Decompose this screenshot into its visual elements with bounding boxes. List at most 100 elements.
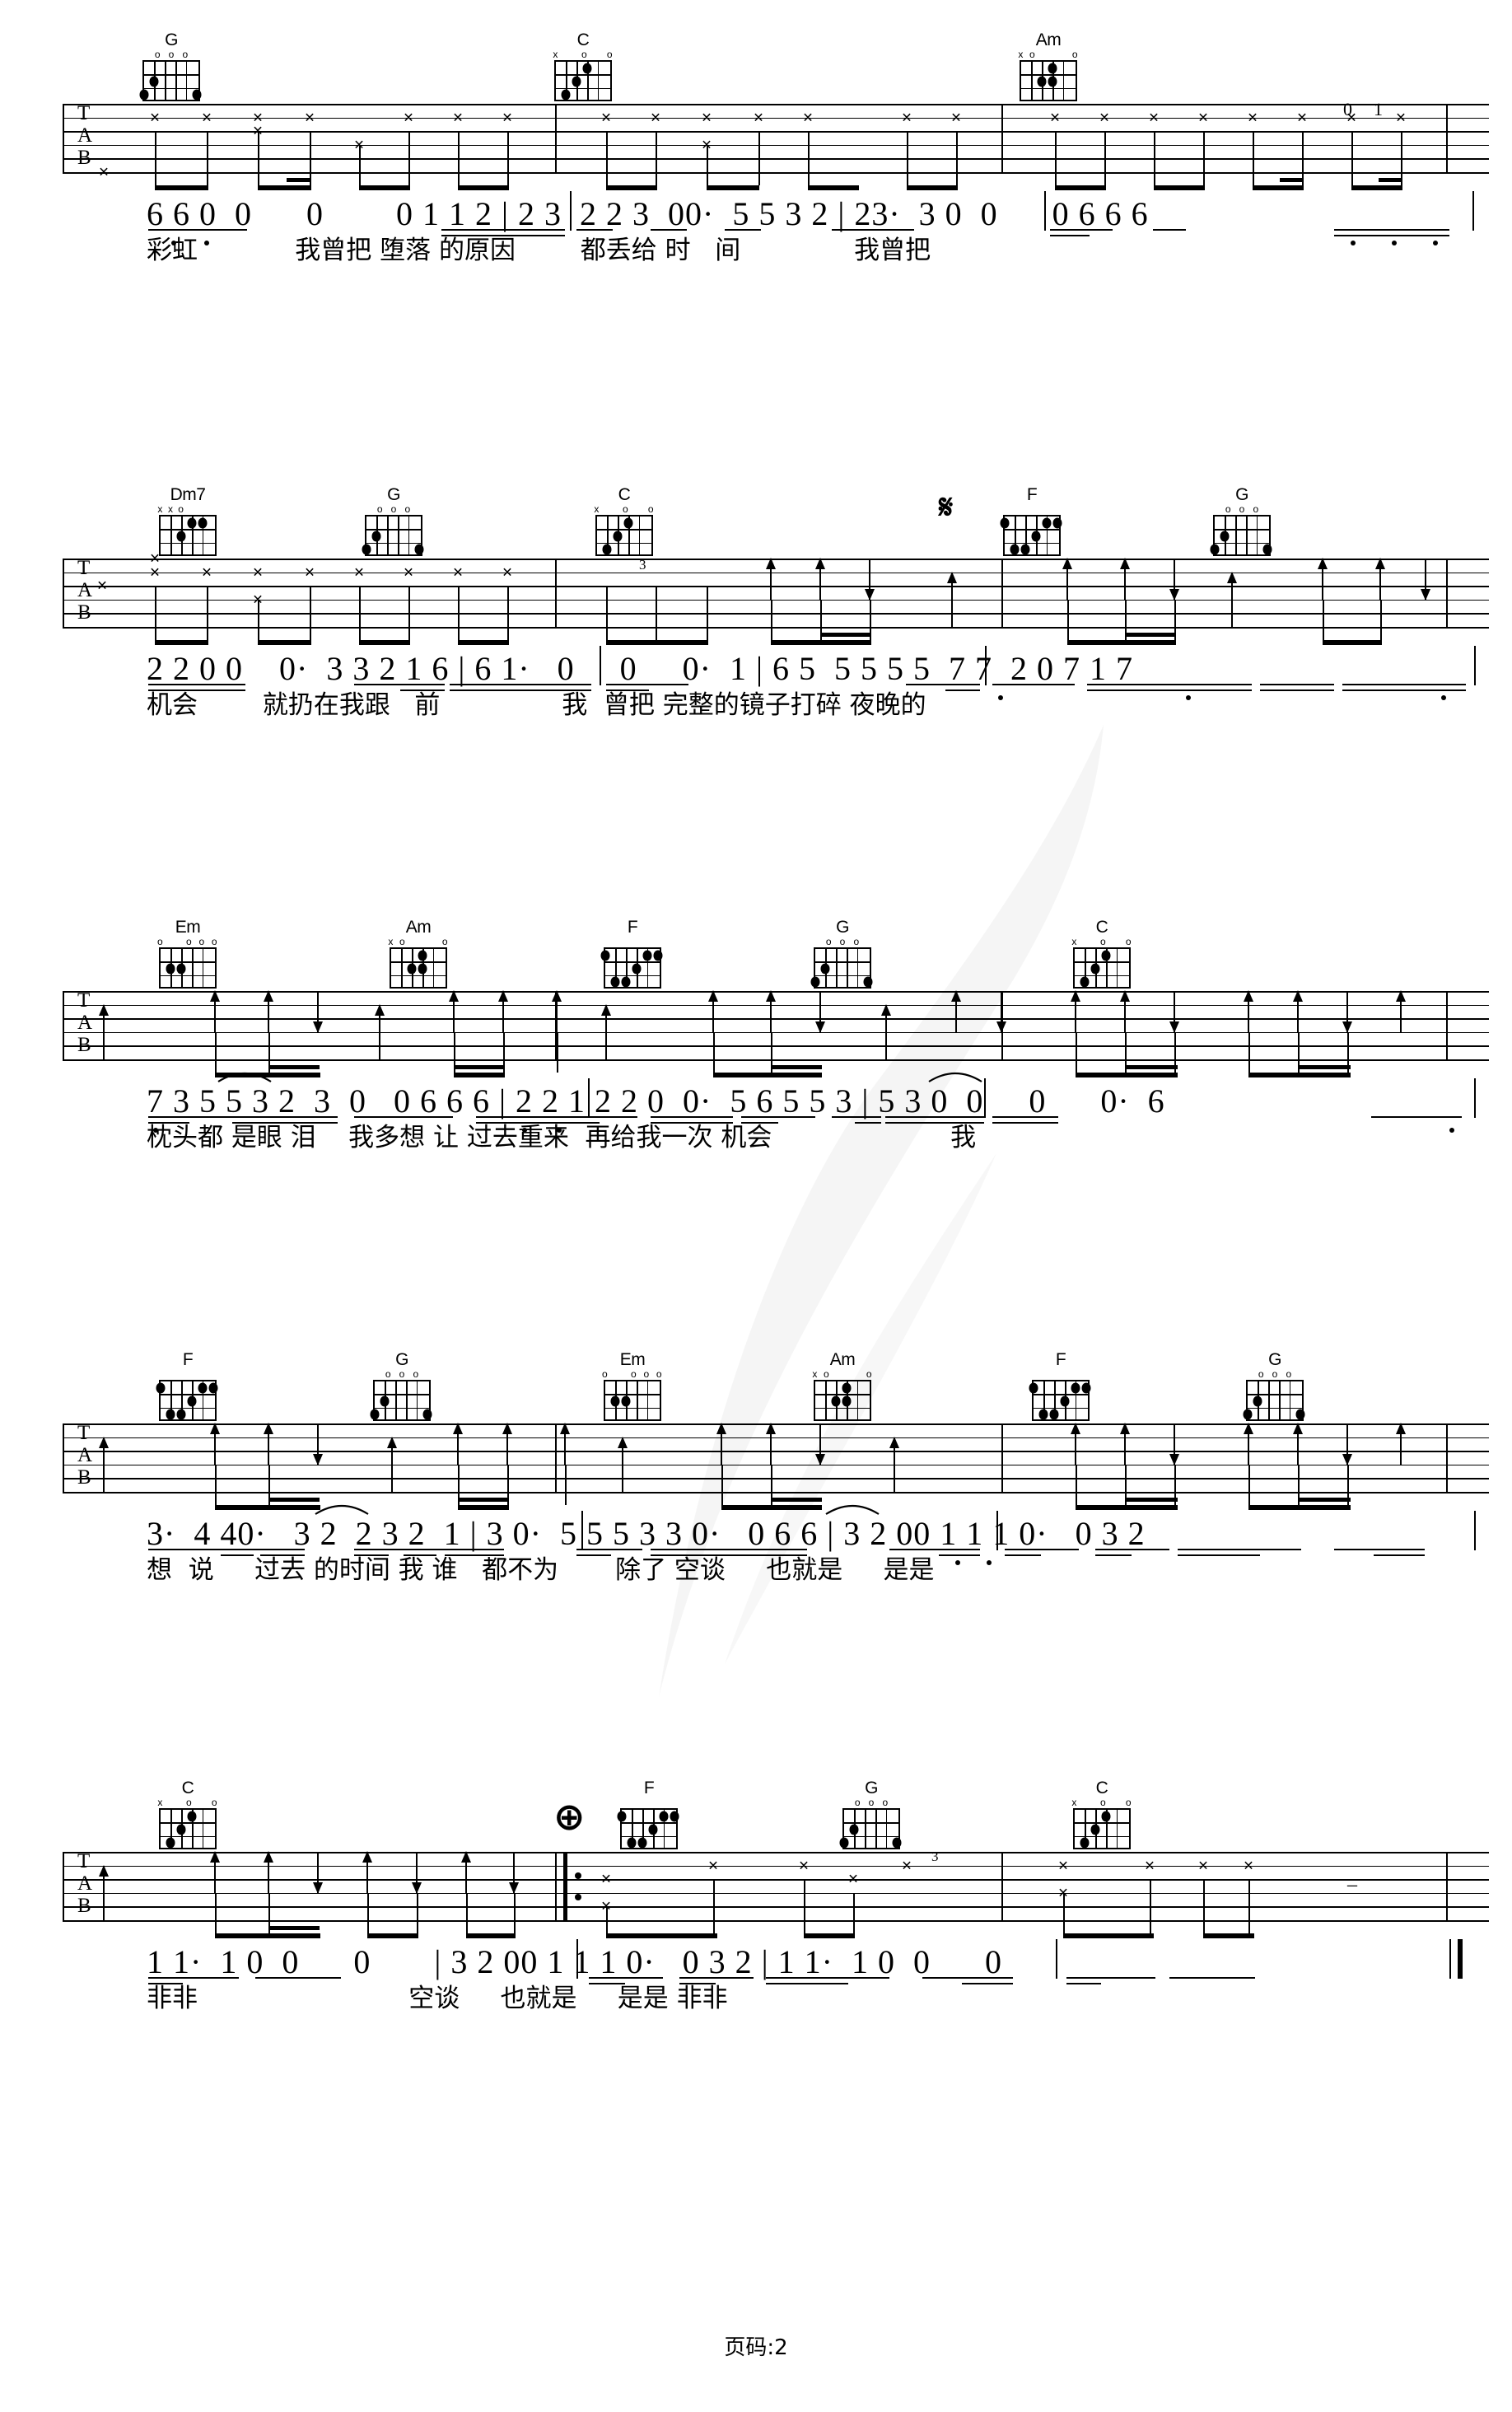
muted-string-marker: x bbox=[168, 503, 173, 515]
chord-diagram-g: G o o o bbox=[1235, 1351, 1314, 1421]
chord-diagram-c: C x o o bbox=[1062, 919, 1141, 989]
chord-name: Em bbox=[175, 918, 201, 937]
chord-diagram-dm7: Dm7 x x o bbox=[148, 486, 227, 556]
chord-open-mute-marks: o o o bbox=[365, 504, 422, 515]
fretboard-grid bbox=[1073, 1808, 1131, 1849]
chord-open-mute-marks: x o o bbox=[157, 1797, 217, 1808]
open-string-marker: o bbox=[1125, 1797, 1132, 1808]
chord-name: F bbox=[182, 1350, 194, 1369]
chord-open-mute-marks: x o o bbox=[1018, 49, 1077, 60]
chord-diagram-g: G o o o bbox=[354, 486, 433, 556]
chord-open-mute-marks: o o o o bbox=[602, 1369, 661, 1380]
chord-diagram-em: Em o o o o bbox=[148, 919, 227, 989]
open-string-marker: o bbox=[186, 1797, 192, 1808]
chord-open-mute-marks bbox=[620, 1797, 678, 1808]
tab-staff-lines: × × × × × × × × × × × × × × × × × × × × bbox=[63, 99, 1489, 190]
open-string-marker: o bbox=[198, 936, 205, 947]
barline bbox=[1001, 1852, 1003, 1921]
fretboard-grid bbox=[390, 947, 447, 989]
chord-diagram-em: Em o o o o bbox=[593, 1351, 672, 1421]
slur-tie bbox=[313, 1498, 371, 1516]
chord-name: G bbox=[1268, 1350, 1281, 1369]
chord-open-mute-marks: o o o bbox=[142, 49, 200, 60]
numbered-notation-row: 6 6 0 0 0 0 1 1 2 | 2 3 2 2 3 00· 5 5 3 … bbox=[0, 189, 1512, 275]
open-string-marker: o bbox=[186, 936, 192, 947]
fretboard-grid bbox=[1029, 1380, 1091, 1421]
lyrics-line: 机会 就扔在我跟 前 我 曾把 完整的镜子打碎 夜晚的 bbox=[147, 690, 926, 720]
tab-staff: T A B × × × × × × × × × × bbox=[0, 97, 1512, 190]
open-string-marker: o bbox=[606, 49, 613, 60]
chord-name: Am bbox=[829, 1350, 856, 1369]
muted-string-marker: x bbox=[157, 1797, 163, 1808]
open-string-marker: o bbox=[866, 1368, 872, 1380]
chord-diagram-row: G o o o C x o o Am x o o bbox=[0, 30, 1512, 101]
chord-diagram-row: Dm7 x x o G o o o C x o o 𝄋 F G o o o bbox=[0, 486, 1512, 556]
chord-diagram-g: G o o o bbox=[803, 919, 882, 989]
fretboard-grid bbox=[1000, 515, 1062, 556]
open-string-marker: o bbox=[623, 503, 628, 515]
numbered-notation-row: 7 3 5 5 3 2 3 0 0 6 6 6 | 2 2 1 2 2 0 0·… bbox=[0, 1073, 1512, 1162]
slur-tie bbox=[926, 1065, 984, 1083]
fretboard-grid bbox=[159, 1808, 217, 1849]
jianpu-numbers: 6 6 0 0 0 0 1 1 2 | 2 3 2 2 3 00· 5 5 3 … bbox=[147, 195, 1149, 232]
open-string-marker: o bbox=[168, 49, 175, 60]
muted-string-marker: x bbox=[1018, 49, 1024, 60]
barline bbox=[555, 1852, 557, 1921]
numbered-notation-row: 2 2 0 0 0· 3 3 2 1 6 | 6 1· 0 0 0· 1 | 6… bbox=[0, 644, 1512, 730]
fretboard-grid bbox=[1020, 60, 1077, 101]
chord-name: C bbox=[1095, 918, 1108, 937]
chord-name: G bbox=[865, 1779, 878, 1797]
chord-name: F bbox=[643, 1779, 655, 1797]
barline bbox=[555, 104, 557, 173]
open-string-marker: o bbox=[882, 1797, 889, 1808]
muted-string-marker: x bbox=[812, 1368, 818, 1380]
open-string-marker: o bbox=[1100, 936, 1106, 947]
segno-sign: 𝄋 bbox=[939, 488, 954, 526]
lyrics-line: 想 说 过去 的时间 我 谁 都不为 除了 空谈 也就是 是是 bbox=[147, 1555, 935, 1585]
chord-open-mute-marks bbox=[1003, 504, 1061, 515]
open-string-marker: o bbox=[441, 936, 448, 947]
jianpu-numbers: 1 1· 1 0 0 0 | 3 2 00 1 1 1 0· 0 3 2 | 1… bbox=[147, 1943, 1002, 1980]
chord-open-mute-marks: o o o bbox=[814, 937, 871, 947]
open-string-marker: o bbox=[1100, 1797, 1106, 1808]
fretboard-grid bbox=[839, 1808, 902, 1849]
chord-name: Dm7 bbox=[170, 485, 206, 504]
open-string-marker: o bbox=[853, 936, 860, 947]
chord-name: Am bbox=[405, 918, 432, 937]
fretboard-grid bbox=[810, 947, 873, 989]
chord-open-mute-marks: o o o bbox=[1246, 1369, 1304, 1380]
barline bbox=[1001, 1423, 1003, 1493]
muted-string-marker: x bbox=[1071, 936, 1077, 947]
chord-diagram-row: C x o o ⊕ F G o o o C x o o bbox=[0, 1779, 1512, 1849]
numbered-notation-row: 3· 4 40· 3 2 2 3 2 1 | 3 0· 5 5 5 3 3 0·… bbox=[0, 1505, 1512, 1595]
fretboard-grid bbox=[600, 947, 663, 989]
chord-name: Am bbox=[1035, 30, 1062, 49]
open-string-marker: o bbox=[178, 503, 184, 515]
chord-open-mute-marks: x o o bbox=[553, 49, 613, 60]
open-string-marker: o bbox=[1239, 503, 1245, 515]
chord-diagram-row: F G o o o Em o o o o Am x o o F G o o o bbox=[0, 1350, 1512, 1421]
muted-string-marker: x bbox=[157, 503, 163, 515]
muted-string-marker: x bbox=[594, 503, 600, 515]
open-string-marker: o bbox=[157, 936, 163, 947]
open-string-marker: o bbox=[1029, 49, 1035, 60]
barline bbox=[1001, 104, 1003, 173]
tab-staff: T A B bbox=[0, 1845, 1512, 1938]
chord-diagram-c: C x o o bbox=[544, 31, 623, 101]
open-string-marker: o bbox=[647, 503, 654, 515]
open-string-marker: o bbox=[154, 49, 161, 60]
chord-name: G bbox=[395, 1350, 408, 1369]
barline bbox=[1001, 559, 1003, 628]
open-string-marker: o bbox=[399, 936, 405, 947]
system-2: Dm7 x x o G o o o C x o o 𝄋 F G o o o T … bbox=[0, 486, 1512, 730]
open-string-marker: o bbox=[854, 1797, 861, 1808]
fretboard-grid bbox=[159, 515, 217, 556]
fretboard-grid bbox=[1210, 515, 1272, 556]
chord-name: G bbox=[836, 918, 849, 937]
open-string-marker: o bbox=[182, 49, 189, 60]
muted-string-marker: x bbox=[388, 936, 394, 947]
chord-open-mute-marks: x x o bbox=[157, 503, 217, 515]
fretboard-grid bbox=[370, 1380, 432, 1421]
barline bbox=[555, 1423, 557, 1493]
open-string-marker: o bbox=[825, 936, 832, 947]
